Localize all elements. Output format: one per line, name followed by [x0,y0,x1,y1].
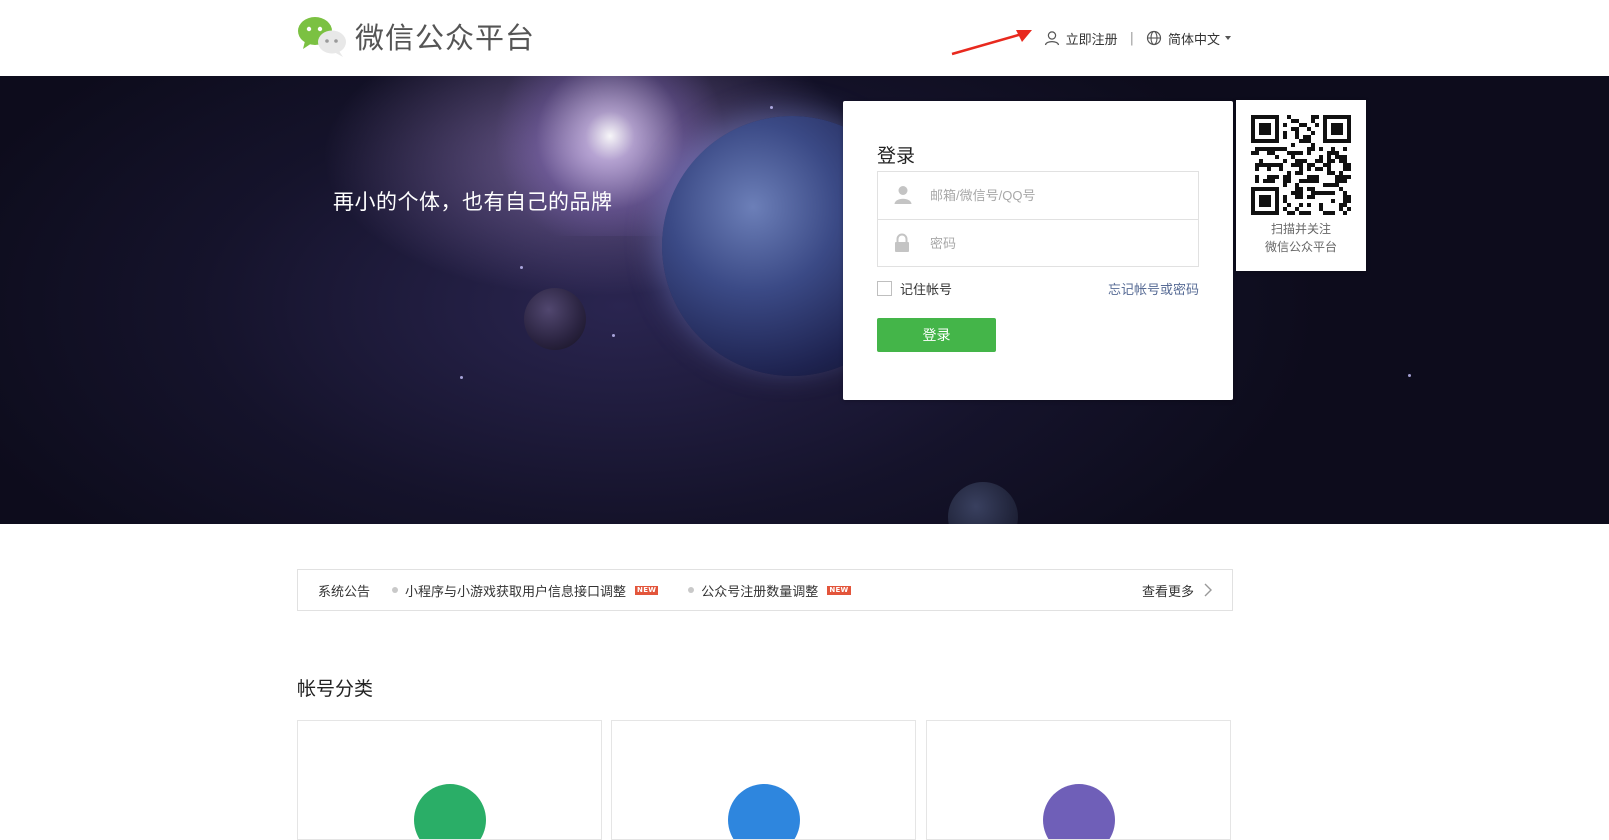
bullet-dot-icon [392,587,399,593]
star [612,334,615,337]
remember-account-checkbox[interactable]: 记住帐号 [877,279,952,298]
qr-caption: 扫描并关注 微信公众平台 [1236,220,1366,256]
checkbox-box[interactable] [877,281,892,296]
language-select[interactable]: 简体中文 [1146,29,1231,48]
qr-caption-line2: 微信公众平台 [1264,240,1337,254]
notice-item[interactable]: 公众号注册数量调整 NEW [688,581,851,600]
notice-item-text: 小程序与小游戏获取用户信息接口调整 [405,584,627,600]
login-button[interactable]: 登录 [877,318,996,352]
account-input[interactable] [878,172,1198,219]
login-input-group [877,171,1199,267]
hero-banner: 再小的个体，也有自己的品牌 [0,76,1609,524]
user-icon [894,186,912,204]
view-more-label: 查看更多 [1141,584,1194,600]
qr-code-image [1251,115,1351,215]
logo[interactable]: 微信公众平台 [297,14,535,58]
login-title: 登录 [877,145,916,167]
banner-slogan: 再小的个体，也有自己的品牌 [333,190,613,214]
bullet-dot-icon [688,587,695,593]
star [1408,374,1411,377]
notice-item-text: 公众号注册数量调整 [701,584,819,600]
star [460,376,463,379]
header-nav: 立即注册 | 简体中文 [1044,24,1231,52]
small-planet-image [524,288,586,350]
annotation-arrow-icon [951,30,1032,56]
bottom-planet-image [948,482,1018,524]
globe-icon [1146,30,1162,46]
nav-separator: | [1129,30,1134,46]
account-card[interactable] [926,720,1231,840]
notice-item[interactable]: 小程序与小游戏获取用户信息接口调整 NEW [392,581,659,600]
password-row [878,219,1198,266]
lock-icon [895,233,909,252]
register-link[interactable]: 立即注册 [1044,29,1118,48]
new-badge: NEW [827,585,851,595]
caret-down-icon [1225,36,1231,40]
notice-label: 系统公告 [318,584,371,600]
register-label: 立即注册 [1065,32,1118,48]
account-type-icon [413,784,486,839]
account-row [878,172,1198,219]
new-badge: NEW [635,585,659,595]
wechat-logo-icon [297,14,349,58]
account-card[interactable] [611,720,916,840]
star [520,266,523,269]
user-icon [1044,31,1059,46]
top-header: 微信公众平台 立即注册 | 简体中文 [0,0,1609,76]
account-card[interactable] [297,720,602,840]
remember-label: 记住帐号 [900,283,953,298]
language-label: 简体中文 [1167,32,1220,48]
login-panel: 登录 记住帐号 忘记帐号或密码 登录 [843,101,1233,400]
account-type-icon [727,784,800,839]
qr-panel: 扫描并关注 微信公众平台 [1236,100,1366,271]
password-input[interactable] [878,220,1198,266]
qr-caption-line1: 扫描并关注 [1270,222,1331,236]
view-more-link[interactable]: 查看更多 [1142,581,1212,600]
system-notice-bar: 系统公告 小程序与小游戏获取用户信息接口调整 NEW 公众号注册数量调整 NEW… [297,569,1233,611]
account-category-title: 帐号分类 [297,678,374,700]
account-type-icon [1042,784,1115,839]
logo-title: 微信公众平台 [355,21,536,55]
forgot-password-link[interactable]: 忘记帐号或密码 [1108,279,1199,298]
star [770,106,773,109]
chevron-right-icon [1204,583,1212,597]
